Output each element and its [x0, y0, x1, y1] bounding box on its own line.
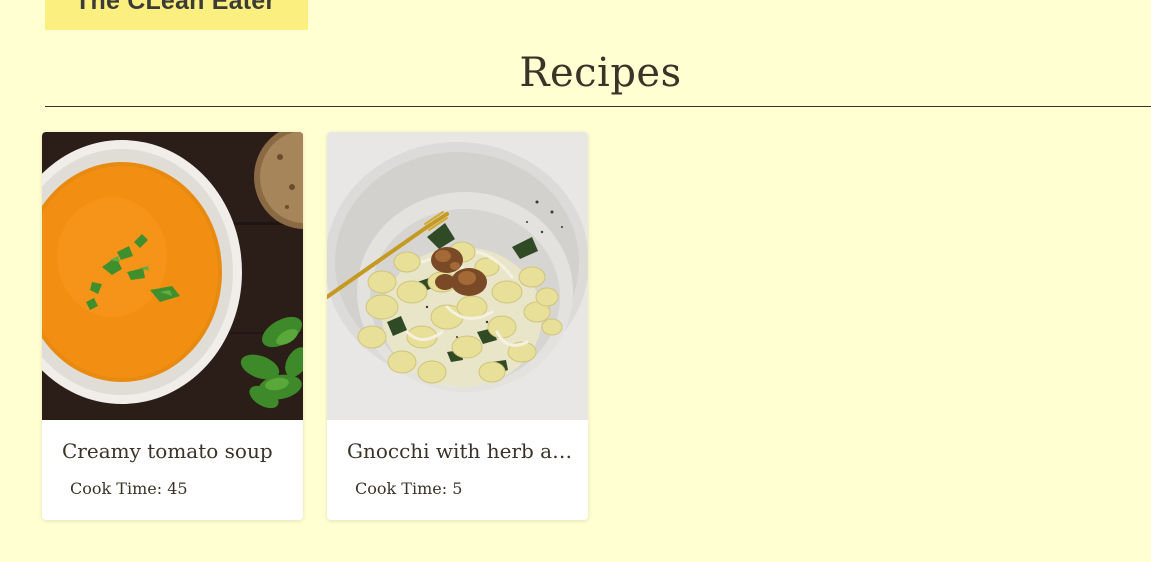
recipe-image[interactable]	[42, 132, 303, 420]
recipe-title[interactable]: Gnocchi with herb and walnut pesto	[347, 439, 575, 463]
title-divider	[45, 106, 1151, 107]
recipe-card[interactable]: Gnocchi with herb and walnut pesto Cook …	[327, 132, 588, 520]
cook-time-value: 45	[167, 479, 188, 498]
cook-time-value: 5	[452, 479, 463, 498]
cook-time-label: Cook Time:	[355, 479, 448, 498]
cook-time-label: Cook Time:	[70, 479, 163, 498]
page-title: Recipes	[519, 50, 682, 96]
logo[interactable]: The CLean Eater	[45, 0, 308, 30]
logo-text: The CLean Eater	[75, 0, 276, 15]
cook-time: Cook Time: 45	[70, 479, 188, 498]
cook-time: Cook Time: 5	[355, 479, 462, 498]
gnocchi-photo-icon	[327, 132, 588, 420]
recipe-card[interactable]: Creamy tomato soup Cook Time: 45	[42, 132, 303, 520]
recipe-title[interactable]: Creamy tomato soup	[62, 439, 290, 463]
recipe-image[interactable]	[327, 132, 588, 420]
tomato-soup-photo-icon	[42, 132, 303, 420]
